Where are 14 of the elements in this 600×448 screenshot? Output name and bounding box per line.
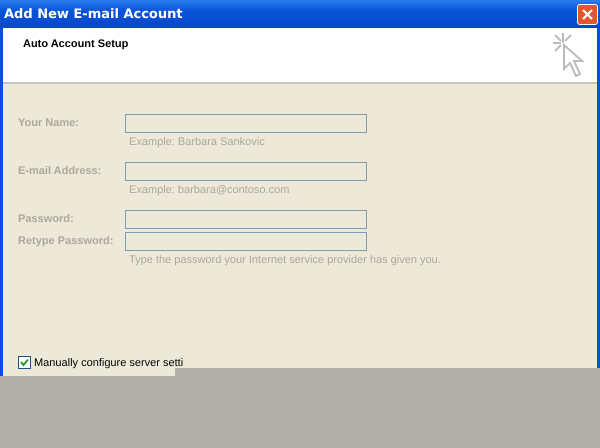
close-icon bbox=[581, 8, 594, 20]
checkmark-icon bbox=[20, 358, 29, 367]
checkbox-label: Manually configure server setti bbox=[34, 356, 184, 368]
checkbox[interactable] bbox=[18, 356, 31, 369]
field-label: E-mail Address: bbox=[18, 165, 102, 177]
field-label: Retype Password: bbox=[18, 235, 114, 247]
header-title: Auto Account Setup bbox=[23, 38, 128, 52]
hint-text: Type the password your Internet service provider has given you. bbox=[129, 253, 442, 268]
window-title: Add New E-mail Account bbox=[4, 6, 183, 22]
field-label: Password: bbox=[18, 213, 75, 225]
field-label: Your Name: bbox=[18, 117, 80, 129]
close-button[interactable] bbox=[577, 4, 598, 24]
hint-text: Example: barbara@contoso.com bbox=[129, 183, 290, 198]
hint-text: Example: Barbara Sankovic bbox=[129, 135, 266, 150]
